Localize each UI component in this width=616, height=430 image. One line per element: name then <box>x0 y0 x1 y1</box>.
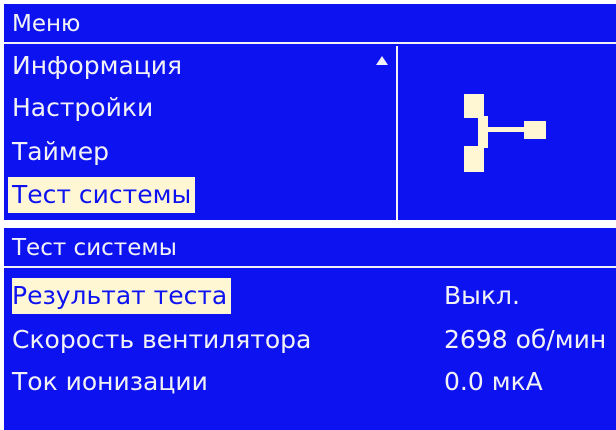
menu-list: Информация Настройки Таймер Тест системы <box>4 46 396 220</box>
ionization-current-label: Ток ионизации <box>12 367 208 396</box>
fan-blade-top <box>464 94 484 118</box>
menu-item-system-test[interactable]: Тест системы <box>8 177 196 213</box>
menu-item-timer[interactable]: Таймер <box>12 134 109 170</box>
fan-speed-label: Скорость вентилятора <box>12 325 312 354</box>
menu-title: Меню <box>4 4 616 44</box>
scroll-up-icon[interactable] <box>376 56 388 65</box>
fan-arm <box>486 127 526 132</box>
menu-item-information[interactable]: Информация <box>12 48 182 84</box>
page: Меню Информация Настройки Таймер Тест си… <box>0 0 616 430</box>
menu-screen: Меню Информация Настройки Таймер Тест си… <box>4 4 616 220</box>
system-test-screen: Тест системы Результат теста Выкл. Скоро… <box>4 228 616 430</box>
menu-item-settings[interactable]: Настройки <box>12 90 153 126</box>
fan-icon <box>464 94 548 172</box>
ionization-current-row[interactable]: Ток ионизации 0.0 мкА <box>4 364 616 400</box>
system-test-title: Тест системы <box>4 228 616 268</box>
test-result-value: Выкл. <box>444 281 520 310</box>
ionization-current-value: 0.0 мкА <box>444 367 543 396</box>
fan-blade-bottom <box>464 146 484 172</box>
fan-speed-row[interactable]: Скорость вентилятора 2698 об/мин <box>4 322 616 358</box>
icon-pane <box>398 46 616 220</box>
test-result-label: Результат теста <box>12 278 232 314</box>
fan-speed-value: 2698 об/мин <box>444 325 607 354</box>
fan-hub <box>478 116 488 148</box>
test-result-row[interactable]: Результат теста Выкл. <box>4 278 616 314</box>
fan-blade-right <box>524 121 546 139</box>
